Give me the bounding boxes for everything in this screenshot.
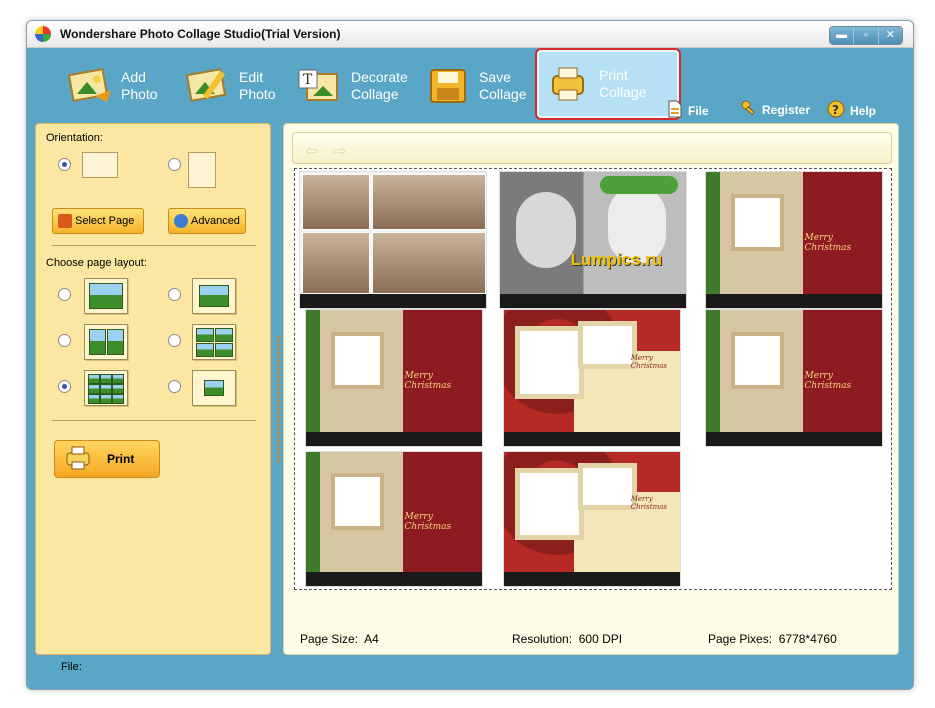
layout-two-up[interactable] bbox=[84, 324, 128, 360]
minimize-button[interactable]: ▬ bbox=[830, 27, 854, 44]
print-button[interactable]: Print bbox=[54, 440, 160, 478]
title-bar: Wondershare Photo Collage Studio(Trial V… bbox=[27, 21, 913, 48]
layout-nine-up[interactable] bbox=[84, 370, 128, 406]
svg-text:T: T bbox=[303, 72, 313, 88]
print-collage-button[interactable]: Print Collage bbox=[535, 48, 681, 120]
resolution-label: Resolution: bbox=[512, 632, 573, 646]
advanced-label: Advanced bbox=[191, 215, 240, 227]
window-controls: ▬ ▫ ✕ bbox=[829, 26, 903, 45]
page-navigation-bar: ⇦ ⇨ bbox=[292, 132, 892, 164]
layout-radio-6[interactable] bbox=[168, 380, 181, 393]
collage-thumb-xmas-4[interactable]: Merry Christmas bbox=[305, 451, 483, 587]
page-size-status: Page Size: A4 bbox=[300, 632, 379, 646]
layout-radio-4[interactable] bbox=[168, 334, 181, 347]
select-page-button[interactable]: Select Page bbox=[52, 208, 144, 234]
layout-radio-3[interactable] bbox=[58, 334, 71, 347]
register-menu-label: Register bbox=[762, 102, 811, 117]
add-photo-icon bbox=[67, 66, 113, 106]
landscape-orientation-option[interactable] bbox=[82, 152, 118, 178]
page-pixes-status: Page Pixes: 6778*4760 bbox=[708, 632, 837, 646]
card-text: Merry Christmas bbox=[404, 371, 452, 392]
page-pixes-value: 6778*4760 bbox=[778, 632, 837, 646]
printer-icon bbox=[63, 445, 93, 474]
orientation-portrait-radio[interactable] bbox=[168, 158, 181, 171]
card-text: Merry Christmas bbox=[630, 353, 667, 370]
register-menu[interactable]: Register bbox=[741, 100, 810, 119]
decorate-collage-icon: T bbox=[297, 66, 343, 106]
file-icon bbox=[667, 100, 683, 121]
select-page-icon bbox=[58, 214, 72, 228]
gear-icon bbox=[174, 214, 188, 228]
collage-thumb-portrait[interactable]: Lumpics.ru bbox=[499, 171, 687, 309]
collage-thumb-swirl-2[interactable]: Merry Christmas bbox=[503, 451, 681, 587]
save-collage-button[interactable]: Save Collage bbox=[425, 56, 549, 116]
layout-label: Choose page layout: bbox=[46, 257, 147, 269]
collage-thumb-xmas-1[interactable]: Merry Christmas bbox=[705, 171, 883, 309]
status-file-label: File: bbox=[61, 661, 82, 673]
page-size-label: Page Size: bbox=[300, 632, 359, 646]
maximize-button[interactable]: ▫ bbox=[853, 27, 878, 44]
page-size-value: A4 bbox=[364, 632, 379, 646]
layout-radio-2[interactable] bbox=[168, 288, 181, 301]
add-photo-line1: Add bbox=[121, 69, 146, 85]
collage-thumb-xmas-3[interactable]: Merry Christmas bbox=[705, 309, 883, 447]
help-icon: ? bbox=[827, 100, 845, 121]
collage-thumb-xmas-2[interactable]: Merry Christmas bbox=[305, 309, 483, 447]
resolution-value: 600 DPI bbox=[578, 632, 623, 646]
layout-radio-5[interactable] bbox=[58, 380, 71, 393]
card-text: Merry Christmas bbox=[630, 494, 667, 511]
svg-text:?: ? bbox=[832, 103, 839, 117]
edit-photo-icon bbox=[185, 66, 231, 106]
layout-single-fit[interactable] bbox=[192, 278, 236, 314]
panel-resize-grip[interactable] bbox=[277, 336, 280, 462]
file-menu-label: File bbox=[688, 103, 709, 118]
print-page-preview: Lumpics.ru Merry Christmas Merry Christm… bbox=[294, 168, 892, 590]
add-photo-button[interactable]: Add Photo bbox=[67, 56, 191, 116]
next-page-arrow-icon[interactable]: ⇨ bbox=[333, 141, 346, 161]
file-menu[interactable]: File bbox=[667, 100, 709, 121]
print-collage-icon bbox=[545, 64, 591, 104]
key-icon bbox=[741, 100, 757, 119]
orientation-landscape-radio[interactable] bbox=[58, 158, 71, 171]
edit-photo-button[interactable]: Edit Photo bbox=[185, 56, 309, 116]
layout-four-up[interactable] bbox=[192, 324, 236, 360]
select-page-label: Select Page bbox=[75, 215, 135, 227]
decorate-collage-line2: Collage bbox=[351, 86, 399, 102]
card-text: Merry Christmas bbox=[804, 371, 852, 392]
print-button-label: Print bbox=[107, 452, 135, 466]
save-collage-icon bbox=[425, 66, 471, 106]
help-menu-label: Help bbox=[850, 103, 877, 118]
divider-top bbox=[52, 245, 256, 246]
decorate-collage-button[interactable]: T Decorate Collage bbox=[297, 56, 421, 116]
print-collage-line2: Collage bbox=[599, 84, 647, 100]
collage-thumb-swirl-1[interactable]: Merry Christmas bbox=[503, 309, 681, 447]
divider-bottom bbox=[52, 420, 256, 421]
previous-page-arrow-icon[interactable]: ⇦ bbox=[305, 141, 318, 161]
decorate-collage-line1: Decorate bbox=[351, 69, 408, 85]
app-window: Wondershare Photo Collage Studio(Trial V… bbox=[26, 20, 914, 690]
page-pixes-label: Page Pixes: bbox=[708, 632, 773, 646]
watermark-text: Lumpics.ru bbox=[570, 249, 663, 269]
orientation-label: Orientation: bbox=[46, 132, 103, 144]
layout-centered[interactable] bbox=[192, 370, 236, 406]
add-photo-line2: Photo bbox=[121, 86, 158, 102]
main-toolbar: Add Photo Edit Photo T Decorate Collage Sav… bbox=[27, 48, 913, 124]
print-collage-line1: Print bbox=[599, 67, 628, 83]
portrait-orientation-option[interactable] bbox=[188, 152, 216, 188]
card-text: Merry Christmas bbox=[804, 233, 852, 254]
layout-radio-1[interactable] bbox=[58, 288, 71, 301]
collage-thumb-kids[interactable] bbox=[299, 171, 487, 309]
app-logo-icon bbox=[35, 26, 51, 42]
resolution-status: Resolution: 600 DPI bbox=[512, 632, 622, 646]
card-text: Merry Christmas bbox=[404, 512, 452, 533]
close-button[interactable]: ✕ bbox=[877, 27, 902, 44]
print-options-panel: Orientation: Select Page Advanced Choose… bbox=[35, 123, 271, 655]
layout-single-large[interactable] bbox=[84, 278, 128, 314]
preview-panel: ⇦ ⇨ Lumpics.ru Merry Christmas Merry Chr… bbox=[283, 123, 899, 655]
window-title: Wondershare Photo Collage Studio(Trial V… bbox=[60, 27, 341, 41]
advanced-button[interactable]: Advanced bbox=[168, 208, 246, 234]
help-menu[interactable]: ? Help bbox=[827, 100, 876, 121]
